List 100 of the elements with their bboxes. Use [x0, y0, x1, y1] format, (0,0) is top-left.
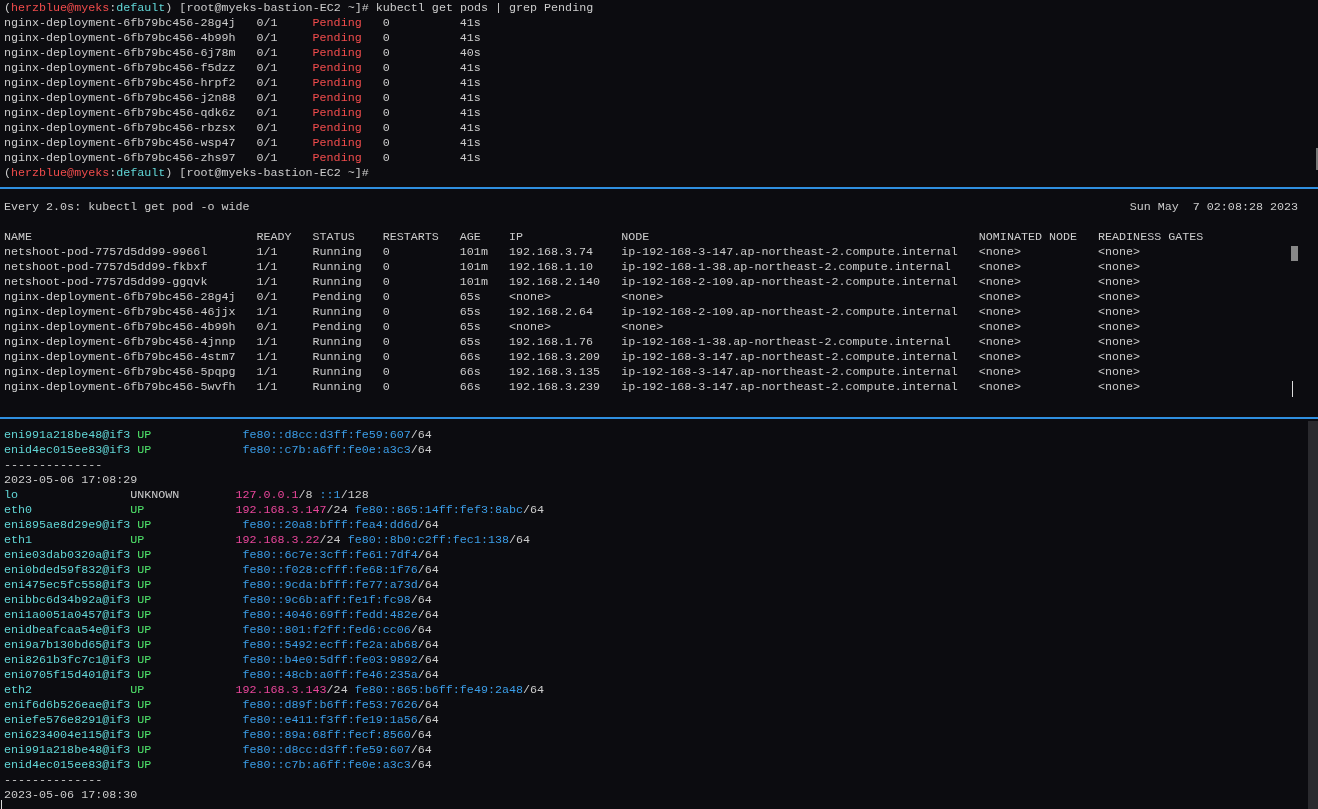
output-cell-text: Pending: [312, 151, 363, 166]
output-cell-text: 41s: [459, 91, 482, 106]
table-cell-text: 1/1: [256, 305, 279, 320]
output-cell-text: 0/1: [256, 16, 279, 31]
table-cell-text: 0: [382, 260, 391, 275]
table-cell-text: 65s: [459, 335, 482, 350]
interface-state: UP: [130, 683, 146, 698]
table-cell-text: netshoot-pod-7757d5dd99-9966l: [4, 245, 209, 260]
interface-name: eni895ae8d29e9@if3: [4, 518, 131, 533]
interface-name: eni991a218be48@if3: [4, 743, 131, 758]
interface-address: 127.0.0.1/8: [235, 488, 313, 503]
log-timestamp: 2023-05-06 17:08:30: [4, 788, 139, 803]
interface-address: fe80::8b0:c2ff:fec1:138/64: [347, 533, 530, 548]
interface-state: UP: [137, 728, 153, 743]
output-cell-text: Pending: [312, 16, 363, 31]
interface-address: 192.168.3.22/24: [235, 533, 341, 548]
table-cell-text: <none>: [978, 260, 1022, 275]
timestamp: Sun May 7 02:08:28 2023: [1129, 200, 1298, 215]
table-cell-text: <none>: [978, 320, 1022, 335]
table-cell-text: 1/1: [256, 350, 279, 365]
table-cell-text: 65s: [459, 290, 482, 305]
output-cell-text: nginx-deployment-6fb79bc456-rbzsx: [4, 121, 237, 136]
output-cell-text: 41s: [459, 31, 482, 46]
interface-address: 192.168.3.143/24: [235, 683, 348, 698]
table-cell-text: Running: [312, 260, 363, 275]
column-header: READY: [256, 230, 293, 245]
output-cell-text: 0/1: [256, 151, 279, 166]
output-cell-text: 0/1: [256, 46, 279, 61]
output-cell-text: 0: [382, 136, 391, 151]
table-cell-text: <none>: [978, 335, 1022, 350]
interface-state: UP: [137, 518, 153, 533]
table-cell-text: 192.168.2.140: [508, 275, 602, 290]
table-cell-text: Running: [312, 275, 363, 290]
column-header: NOMINATED NODE: [978, 230, 1079, 245]
table-cell-text: <none>: [1098, 335, 1142, 350]
table-cell-text: <none>: [621, 290, 665, 305]
interface-state: UP: [137, 668, 153, 683]
interface-name: eni475ec5fc558@if3: [4, 578, 131, 593]
table-cell-text: Running: [312, 245, 363, 260]
output-cell-text: 0/1: [256, 106, 279, 121]
table-cell-text: <none>: [1098, 260, 1142, 275]
interface-state: UP: [137, 758, 153, 773]
table-cell-text: 1/1: [256, 380, 279, 395]
interface-state: UP: [137, 653, 153, 668]
table-cell-text: 0/1: [256, 320, 279, 335]
table-cell-text: <none>: [1098, 365, 1142, 380]
output-cell-text: Pending: [312, 91, 363, 106]
output-cell-text: nginx-deployment-6fb79bc456-wsp47: [4, 136, 237, 151]
column-header: IP: [508, 230, 524, 245]
interface-address: fe80::865:b6ff:fe49:2a48/64: [354, 683, 545, 698]
output-cell-text: Pending: [312, 106, 363, 121]
interface-address: fe80::865:14ff:fef3:8abc/64: [354, 503, 545, 518]
table-cell-text: 0/1: [256, 290, 279, 305]
table-cell-text: ip-192-168-1-38.ap-northeast-2.compute.internal: [621, 335, 952, 350]
table-cell-text: 0: [382, 335, 391, 350]
cursor: [1, 800, 2, 809]
interface-name: eth1: [4, 533, 34, 548]
table-cell-text: ip-192-168-1-38.ap-northeast-2.compute.internal: [621, 260, 952, 275]
table-cell-text: ip-192-168-3-147.ap-northeast-2.compute.internal: [621, 350, 959, 365]
scrollbar[interactable]: [1308, 421, 1318, 809]
table-cell-text: 0: [382, 290, 391, 305]
table-cell-text: <none>: [1098, 245, 1142, 260]
interface-name: eth2: [4, 683, 34, 698]
interface-state: UP: [130, 533, 146, 548]
output-cell-text: Pending: [312, 61, 363, 76]
output-cell-text: 0/1: [256, 121, 279, 136]
output-cell-text: 41s: [459, 121, 482, 136]
prompt-line: (herzblue@myeks:default) [root@myeks-bastion-EC2 ~]# kubectl get pods | grep Pending: [4, 1, 595, 16]
table-cell-text: ip-192-168-3-147.ap-northeast-2.compute.internal: [621, 365, 959, 380]
table-cell-text: 0: [382, 350, 391, 365]
interface-address: fe80::5492:ecff:fe2a:ab68/64: [242, 638, 439, 653]
table-cell-text: <none>: [978, 245, 1022, 260]
interface-state: UP: [137, 578, 153, 593]
table-cell-text: 101m: [459, 245, 489, 260]
output-cell-text: 40s: [459, 46, 482, 61]
table-cell-text: <none>: [978, 290, 1022, 305]
interface-state: UP: [137, 548, 153, 563]
interface-state: UP: [137, 638, 153, 653]
interface-name: eni1a0051a0457@if3: [4, 608, 131, 623]
output-cell-text: 0/1: [256, 76, 279, 91]
table-cell-text: Running: [312, 305, 363, 320]
column-header: NAME: [4, 230, 34, 245]
table-cell-text: <none>: [1098, 350, 1142, 365]
table-cell-text: ip-192-168-2-109.ap-northeast-2.compute.internal: [621, 275, 959, 290]
interface-name: eni9a7b130bd65@if3: [4, 638, 131, 653]
table-cell-text: 0: [382, 320, 391, 335]
table-cell-text: <none>: [978, 350, 1022, 365]
table-cell-text: 0: [382, 365, 391, 380]
table-cell-text: nginx-deployment-6fb79bc456-5pqpg: [4, 365, 237, 380]
output-cell-text: 0: [382, 76, 391, 91]
column-header: AGE: [459, 230, 482, 245]
table-cell-text: 101m: [459, 260, 489, 275]
output-cell-text: Pending: [312, 121, 363, 136]
output-cell-text: nginx-deployment-6fb79bc456-hrpf2: [4, 76, 237, 91]
table-cell-text: Running: [312, 380, 363, 395]
table-cell-text: <none>: [1098, 290, 1142, 305]
output-cell-text: 0: [382, 121, 391, 136]
output-cell-text: Pending: [312, 136, 363, 151]
table-cell-text: 66s: [459, 350, 482, 365]
interface-state: UNKNOWN: [130, 488, 181, 503]
